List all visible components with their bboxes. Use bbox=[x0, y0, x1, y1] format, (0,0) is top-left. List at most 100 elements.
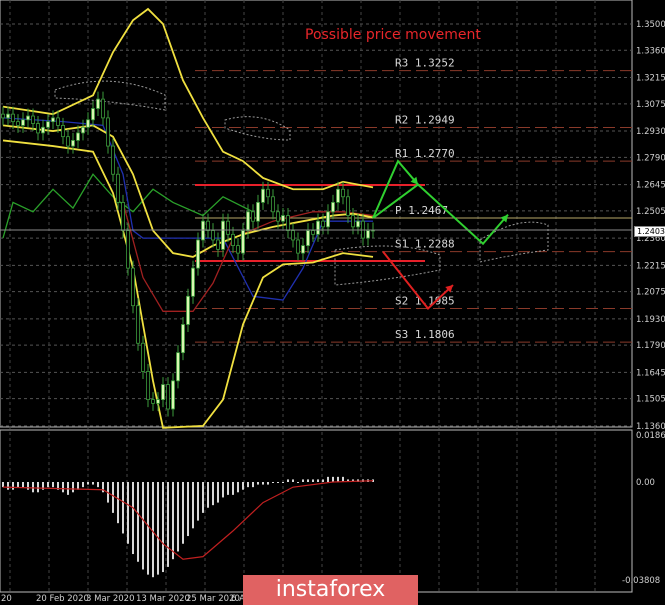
macd-bar bbox=[252, 482, 254, 488]
candle bbox=[176, 352, 180, 382]
macd-bar bbox=[87, 482, 89, 485]
macd-bar bbox=[327, 476, 329, 482]
y-tick-label: 1.2790 bbox=[636, 153, 665, 163]
candle bbox=[256, 202, 260, 222]
y-tick-label: 1.2075 bbox=[636, 288, 665, 298]
candle bbox=[241, 230, 245, 254]
candle bbox=[306, 230, 310, 247]
candle bbox=[186, 295, 190, 325]
candle bbox=[231, 233, 235, 247]
candle bbox=[91, 108, 95, 121]
macd-bar bbox=[212, 482, 214, 506]
macd-bar bbox=[142, 482, 144, 570]
macd-bar bbox=[262, 482, 264, 485]
candle bbox=[191, 267, 195, 297]
candle bbox=[316, 220, 320, 235]
candle bbox=[96, 98, 100, 109]
macd-bar bbox=[287, 479, 289, 482]
candle bbox=[261, 188, 265, 203]
macd-bar bbox=[7, 482, 9, 490]
macd-bar bbox=[222, 482, 224, 498]
macd-bar bbox=[272, 482, 274, 483]
macd-bar bbox=[217, 482, 219, 503]
candle bbox=[271, 196, 275, 213]
macd-bar bbox=[192, 482, 194, 529]
current-price-badge: 1.2403 bbox=[634, 226, 665, 237]
candle bbox=[116, 173, 120, 203]
macd-bar bbox=[187, 482, 189, 537]
macd-bar bbox=[152, 482, 154, 578]
y-tick-label: 1.2645 bbox=[636, 181, 665, 191]
candle bbox=[56, 117, 60, 126]
candle bbox=[131, 267, 135, 307]
macd-bar bbox=[182, 482, 184, 544]
macd-bar bbox=[162, 482, 164, 573]
macd-bar bbox=[127, 482, 129, 544]
y-tick-label: 1.2215 bbox=[636, 261, 665, 271]
y-tick-label: 1.3075 bbox=[636, 100, 665, 110]
x-tick-label: 13 Mar 2020 bbox=[136, 594, 190, 604]
candle bbox=[146, 371, 150, 400]
macd-panel-frame bbox=[0, 429, 633, 593]
y-tick-label: 1.1790 bbox=[636, 341, 665, 351]
macd-bar bbox=[227, 482, 229, 495]
y-tick-label: 1.2505 bbox=[636, 207, 665, 217]
macd-bar bbox=[132, 482, 134, 555]
candle bbox=[16, 121, 20, 126]
pivot-label-s1: S1 1.2288 bbox=[395, 238, 455, 251]
macd-bar bbox=[72, 482, 74, 493]
y-tick-label: 1.2930 bbox=[636, 127, 665, 137]
macd-bar bbox=[257, 482, 259, 485]
candle bbox=[101, 98, 105, 119]
candle bbox=[286, 215, 290, 231]
candle bbox=[141, 342, 145, 372]
x-tick-label: 20 Feb 2020 bbox=[36, 594, 89, 604]
macd-bar bbox=[282, 482, 284, 483]
candle bbox=[206, 220, 210, 231]
candle bbox=[121, 202, 125, 231]
candle bbox=[281, 215, 285, 222]
x-tick-label: 20 bbox=[1, 594, 12, 604]
macd-bar bbox=[157, 482, 159, 575]
y-tick-label: 1.1930 bbox=[636, 315, 665, 325]
macd-bar bbox=[82, 482, 84, 488]
candle bbox=[221, 220, 225, 250]
candle bbox=[216, 239, 220, 250]
candle bbox=[11, 113, 15, 123]
candle bbox=[36, 123, 40, 134]
macd-bar bbox=[137, 482, 139, 562]
price-chart[interactable]: 1.3500 1.3360 1.3215 1.3075 1.2930 1.2790 1.26… bbox=[0, 0, 665, 605]
candle bbox=[111, 145, 115, 175]
x-tick-label: 3 Mar 2020 bbox=[86, 594, 134, 604]
candle bbox=[331, 202, 335, 213]
candle bbox=[226, 220, 230, 235]
candle bbox=[161, 384, 165, 400]
chart-window: 1.3500 1.3360 1.3215 1.3075 1.2930 1.2790 1.26… bbox=[0, 0, 665, 605]
pivot-label-s3: S3 1.1806 bbox=[395, 328, 455, 341]
candle bbox=[181, 324, 185, 354]
macd-bar bbox=[117, 482, 119, 524]
macd-bar bbox=[97, 482, 99, 488]
macd-bar bbox=[92, 482, 94, 485]
candle bbox=[6, 113, 10, 119]
macd-bar bbox=[332, 476, 334, 482]
y-tick-label: 1.3215 bbox=[636, 74, 665, 84]
candle bbox=[106, 117, 110, 147]
candle bbox=[301, 245, 305, 254]
candle bbox=[366, 230, 370, 239]
macd-bar bbox=[147, 482, 149, 575]
macd-bar bbox=[247, 482, 249, 488]
macd-bar bbox=[62, 482, 64, 493]
candle bbox=[246, 211, 250, 231]
macd-bar bbox=[312, 479, 314, 482]
candle bbox=[126, 230, 130, 269]
candle bbox=[66, 136, 70, 147]
macd-bar bbox=[52, 482, 54, 488]
macd-bar bbox=[112, 482, 114, 513]
macd-bar bbox=[267, 482, 269, 485]
macd-bar bbox=[122, 482, 124, 534]
macd-zero-label: 0.00 bbox=[636, 478, 655, 488]
macd-bar bbox=[207, 482, 209, 508]
instaforex-logo: instaforex bbox=[243, 575, 418, 605]
candle bbox=[296, 239, 300, 254]
